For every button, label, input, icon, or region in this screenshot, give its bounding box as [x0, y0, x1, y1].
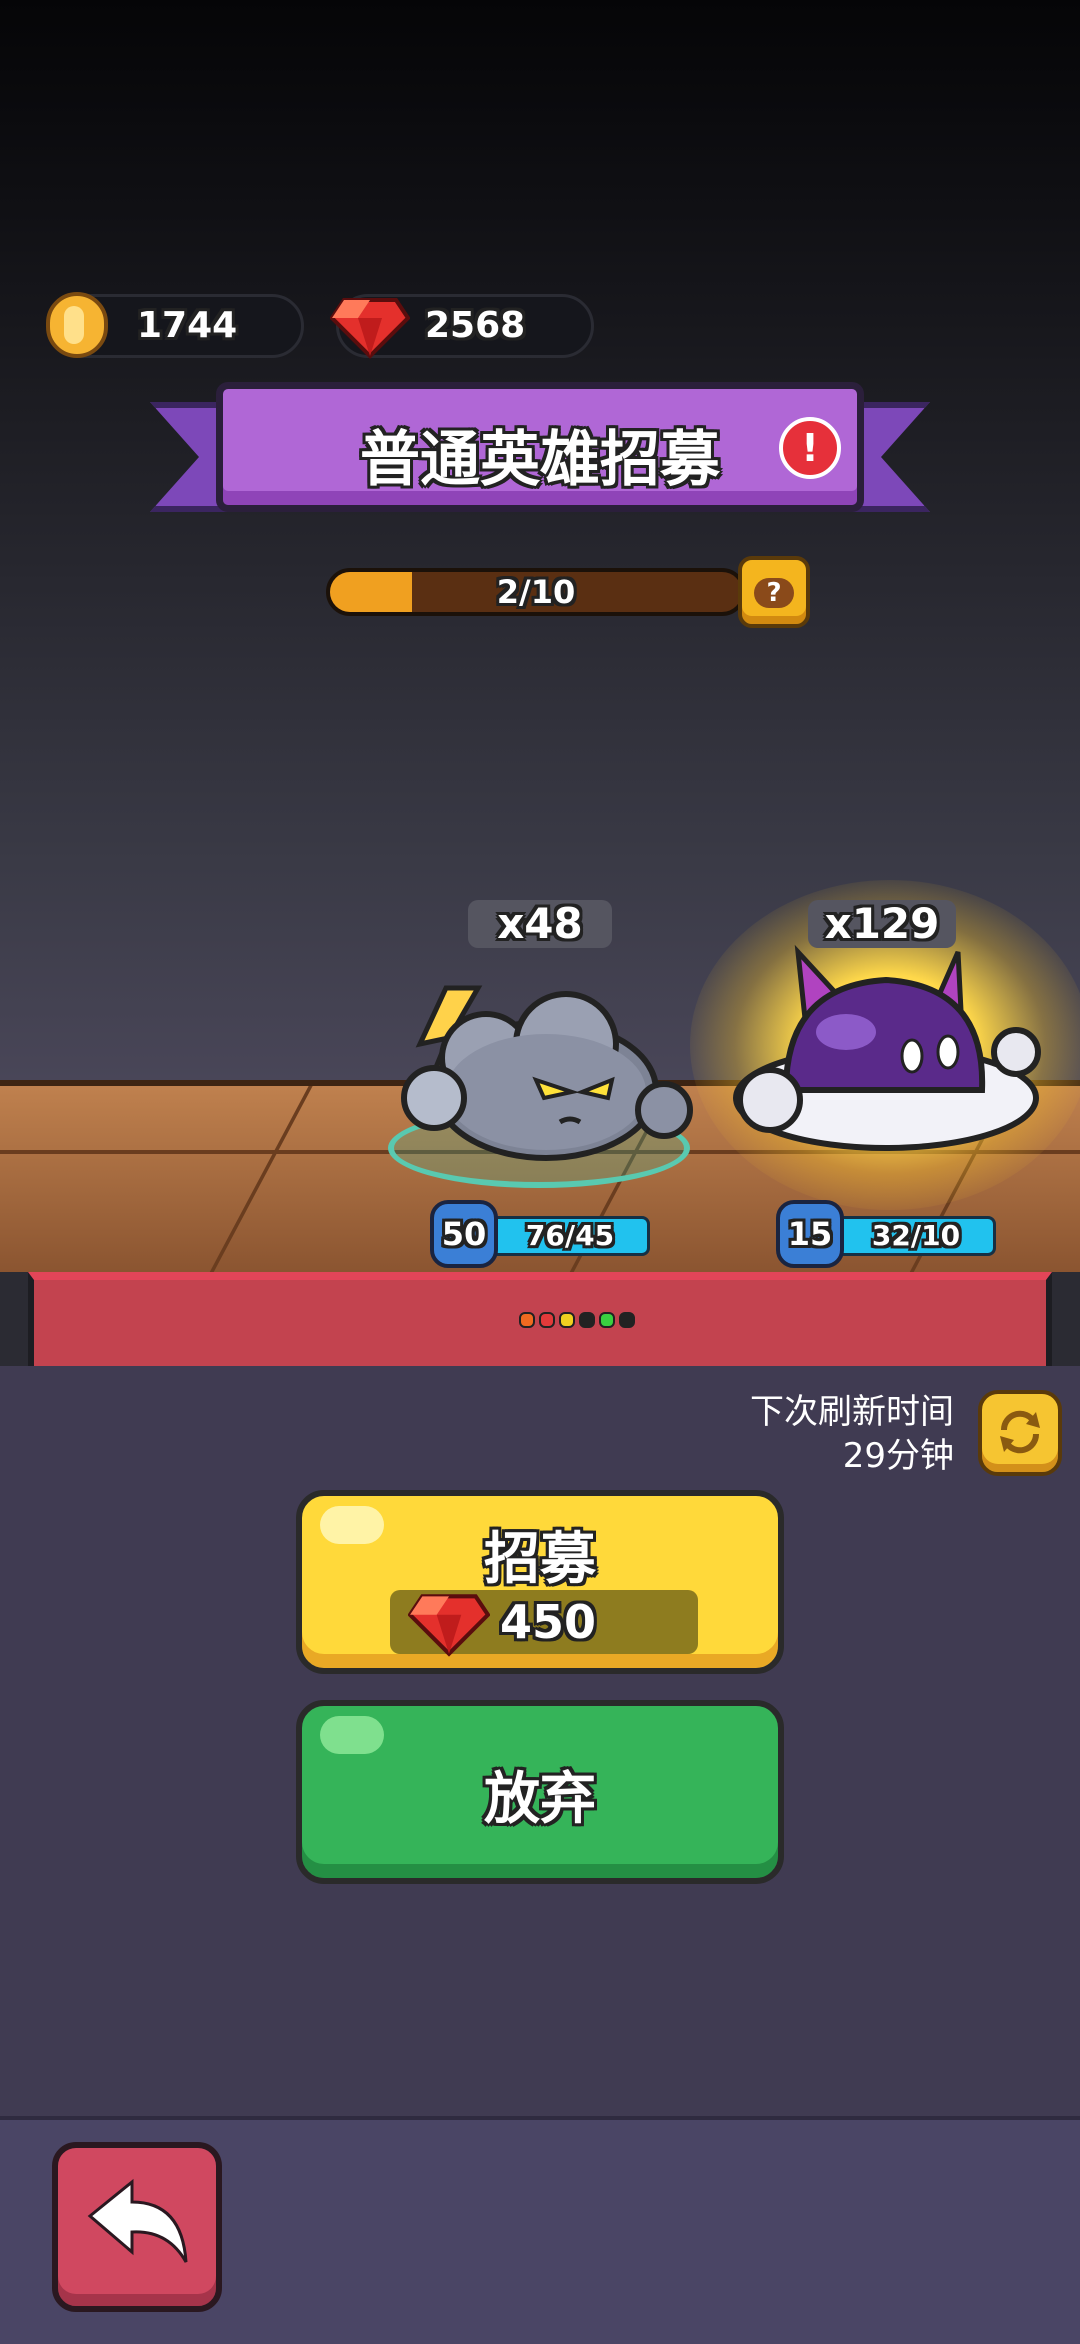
page-title: 普通英雄招募	[360, 425, 720, 495]
gold-value: 1744	[137, 305, 238, 346]
refresh-label: 下次刷新时间	[750, 1392, 954, 1432]
hero-count-tag: x48	[468, 900, 612, 948]
alert-icon[interactable]: !	[779, 417, 841, 479]
ufo-slime-hero[interactable]	[726, 940, 1046, 1160]
storm-cloud-hero[interactable]	[386, 980, 696, 1170]
refresh-time: 29分钟	[842, 1436, 954, 1476]
stage-red-bar	[28, 1272, 1052, 1366]
refresh-info: 下次刷新时间 29分钟	[700, 1390, 954, 1478]
page-dots	[519, 1312, 635, 1328]
back-arrow-icon	[87, 2178, 188, 2263]
recruit-cost-box: 450	[390, 1590, 698, 1657]
abandon-label: 放弃	[484, 1767, 596, 1832]
gold-coin-icon	[46, 292, 108, 358]
gem-icon	[408, 1594, 490, 1657]
progress-text: 2/10	[496, 573, 576, 611]
back-button[interactable]	[52, 2142, 222, 2312]
hero-hp-bar: 32/10	[836, 1216, 996, 1256]
recruit-cost: 450	[500, 1595, 597, 1649]
gem-icon	[330, 298, 410, 359]
gem-value: 2568	[425, 305, 526, 346]
refresh-icon	[1000, 1410, 1040, 1454]
hero-level-badge: 50	[430, 1200, 498, 1268]
help-icon: ?	[754, 578, 794, 608]
refresh-button[interactable]	[978, 1390, 1062, 1476]
recruit-label: 招募	[484, 1527, 596, 1592]
hero-hp-bar: 76/45	[490, 1216, 650, 1256]
recruit-progress-bar: 2/10	[326, 568, 746, 616]
abandon-button[interactable]: 放弃	[296, 1700, 784, 1884]
hero-level-badge: 15	[776, 1200, 844, 1268]
button-highlight	[320, 1716, 384, 1754]
help-button[interactable]: ?	[738, 556, 810, 628]
recruit-banner: 普通英雄招募 !	[216, 382, 864, 512]
recruit-button[interactable]: 招募 450	[296, 1490, 784, 1674]
